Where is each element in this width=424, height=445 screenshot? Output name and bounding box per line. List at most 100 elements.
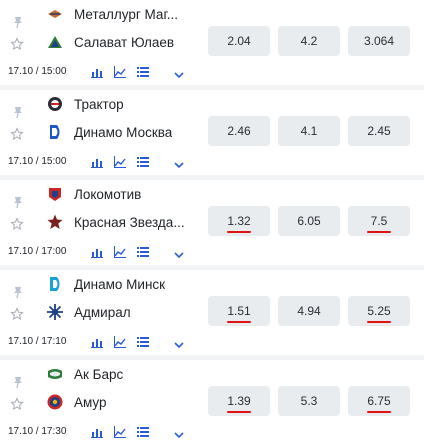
home-team-name: Локомотив [74, 186, 142, 202]
odd-button-away[interactable]: 5.25 [348, 296, 410, 326]
list-icon[interactable] [137, 245, 149, 257]
home-team[interactable]: Локомотив [46, 184, 141, 204]
odd-value: 1.39 [227, 394, 251, 408]
match-row[interactable]: Локомотив Красная Звезда... 1.32 6.05 7.… [0, 180, 424, 265]
away-team[interactable]: Красная Звезда... [46, 212, 185, 232]
trend-chart-icon[interactable] [114, 155, 126, 168]
match-time: 17.10 / 17:00 [8, 246, 67, 257]
dinamo-moscow-logo [46, 123, 64, 141]
bar-chart-icon[interactable] [91, 425, 103, 438]
star-icon[interactable] [10, 307, 24, 321]
odd-value: 6.05 [297, 214, 321, 228]
salavat-logo [46, 33, 64, 51]
odd-button-away[interactable]: 3.064 [348, 26, 410, 56]
chevron-down-icon[interactable] [173, 157, 185, 169]
home-team[interactable]: Трактор [46, 94, 124, 114]
pin-icon[interactable] [11, 15, 25, 29]
star-icon[interactable] [10, 37, 24, 51]
chevron-down-icon[interactable] [173, 337, 185, 349]
home-team[interactable]: Динамо Минск [46, 274, 165, 294]
odd-button-away[interactable]: 2.45 [348, 116, 410, 146]
odd-button-draw[interactable]: 5.3 [278, 386, 340, 416]
trend-chart-icon[interactable] [114, 335, 126, 348]
odd-value: 4.1 [300, 124, 318, 138]
odd-button-home[interactable]: 1.51 [208, 296, 270, 326]
match-time: 17.10 / 17:10 [8, 336, 67, 347]
odd-button-home[interactable]: 2.46 [208, 116, 270, 146]
odd-value: 1.32 [227, 214, 251, 228]
trend-chart-icon[interactable] [114, 65, 126, 78]
odd-underline-mark [367, 411, 391, 413]
dinamo-minsk-logo [46, 275, 64, 293]
chevron-down-icon[interactable] [173, 427, 185, 439]
list-icon[interactable] [137, 335, 149, 347]
chevron-down-icon[interactable] [173, 247, 185, 259]
odd-underline-mark [227, 411, 251, 413]
odd-value: 4.2 [300, 34, 318, 48]
odd-underline-mark [367, 231, 391, 233]
pin-icon[interactable] [11, 195, 25, 209]
odd-button-draw[interactable]: 4.94 [278, 296, 340, 326]
match-row[interactable]: Металлург Маг... Салават Юлаев 2.04 4.2 … [0, 0, 424, 85]
match-time: 17.10 / 15:00 [8, 156, 67, 167]
traktor-logo [46, 95, 64, 113]
odd-button-home[interactable]: 2.04 [208, 26, 270, 56]
odd-value: 1.51 [227, 304, 251, 318]
away-team[interactable]: Динамо Москва [46, 122, 172, 142]
odd-underline-mark [227, 231, 251, 233]
bar-chart-icon[interactable] [91, 245, 103, 258]
list-icon[interactable] [137, 65, 149, 77]
odd-button-draw[interactable]: 4.2 [278, 26, 340, 56]
odd-underline-mark [367, 321, 391, 323]
star-icon[interactable] [10, 397, 24, 411]
pin-icon[interactable] [11, 105, 25, 119]
match-row[interactable]: Динамо Минск Адмирал 1.51 4.94 5.25 17.1… [0, 270, 424, 355]
match-row[interactable]: Ак Барс Амур 1.39 5.3 6.75 17.10 / 17:30 [0, 360, 424, 445]
odd-value: 3.064 [363, 34, 395, 48]
odd-button-home[interactable]: 1.39 [208, 386, 270, 416]
odd-button-away[interactable]: 7.5 [348, 206, 410, 236]
odd-value: 4.94 [297, 304, 321, 318]
admiral-logo [46, 303, 64, 321]
bar-chart-icon[interactable] [91, 335, 103, 348]
odd-button-away[interactable]: 6.75 [348, 386, 410, 416]
away-team[interactable]: Салават Юлаев [46, 32, 174, 52]
home-team-name: Динамо Минск [74, 276, 166, 292]
star-icon[interactable] [10, 217, 24, 231]
home-team[interactable]: Ак Барс [46, 364, 123, 384]
odd-value: 7.5 [370, 214, 388, 228]
star-icon[interactable] [10, 127, 24, 141]
amur-logo [46, 393, 64, 411]
bar-chart-icon[interactable] [91, 65, 103, 78]
bar-chart-icon[interactable] [91, 155, 103, 168]
home-team[interactable]: Металлург Маг... [46, 4, 178, 24]
odd-button-home[interactable]: 1.32 [208, 206, 270, 236]
odd-button-draw[interactable]: 4.1 [278, 116, 340, 146]
odd-button-draw[interactable]: 6.05 [278, 206, 340, 236]
trend-chart-icon[interactable] [114, 425, 126, 438]
home-team-name: Трактор [74, 96, 124, 112]
match-time: 17.10 / 15:00 [8, 66, 67, 77]
trend-chart-icon[interactable] [114, 245, 126, 258]
match-row[interactable]: Трактор Динамо Москва 2.46 4.1 2.45 17.1… [0, 90, 424, 175]
away-team[interactable]: Амур [46, 392, 107, 412]
odd-value: 5.3 [300, 394, 318, 408]
pin-icon[interactable] [11, 285, 25, 299]
pin-icon[interactable] [11, 375, 25, 389]
chevron-down-icon[interactable] [173, 67, 185, 79]
away-team-name: Салават Юлаев [74, 34, 175, 50]
list-icon[interactable] [137, 425, 149, 437]
list-icon[interactable] [137, 155, 149, 167]
metallurg-logo [46, 5, 64, 23]
away-team-name: Динамо Москва [74, 124, 173, 140]
home-team-name: Ак Барс [74, 366, 124, 382]
away-team[interactable]: Адмирал [46, 302, 131, 322]
lokomotiv-logo [46, 185, 64, 203]
odd-value: 2.45 [367, 124, 391, 138]
odd-underline-mark [227, 321, 251, 323]
away-team-name: Адмирал [74, 304, 131, 320]
away-team-name: Амур [74, 394, 107, 410]
odd-value: 2.46 [227, 124, 251, 138]
red-star-logo [46, 213, 64, 231]
home-team-name: Металлург Маг... [74, 6, 178, 22]
